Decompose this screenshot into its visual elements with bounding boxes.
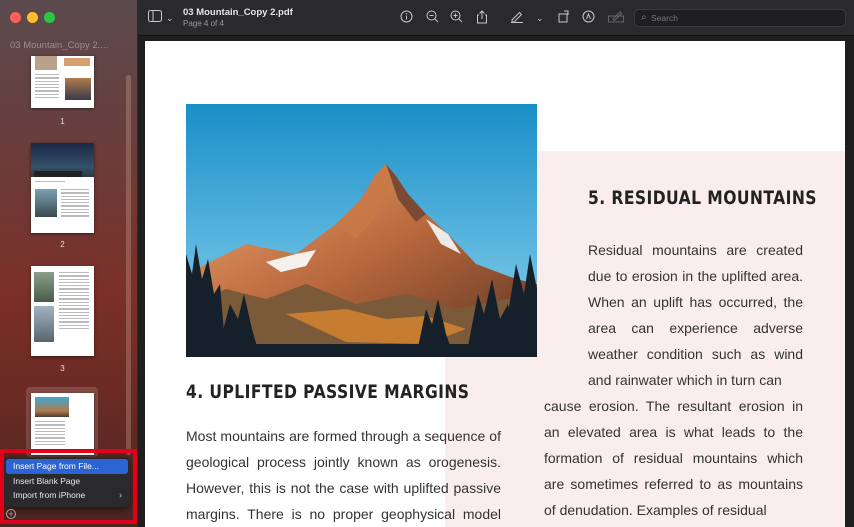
search-icon: ⌕	[641, 12, 647, 23]
minimize-window-button[interactable]	[27, 12, 38, 23]
form-fill-icon[interactable]	[608, 10, 624, 26]
thumbnail-sidebar: 03 Mountain_Copy 2.... 1 2 3 Insert Page…	[0, 0, 138, 527]
sidebar-title: 03 Mountain_Copy 2....	[10, 40, 109, 51]
section-paragraph-uplifted: Most mountains are formed through a sequ…	[186, 428, 501, 522]
sidebar-scrollbar[interactable]	[126, 75, 131, 455]
pdf-page: 4. UPLIFTED PASSIVE MARGINS Most mountai…	[145, 41, 845, 527]
thumbnail-text	[35, 181, 65, 184]
chevron-down-icon[interactable]: ⌄	[166, 11, 174, 25]
chevron-right-icon: ›	[119, 490, 122, 500]
thumbnail-image	[34, 306, 54, 342]
search-input[interactable]	[651, 11, 831, 25]
page-thumbnail-3[interactable]	[31, 266, 94, 356]
rotate-icon[interactable]	[558, 10, 571, 26]
section-paragraph-residual-intro: Residual mountains are created due to er…	[588, 242, 803, 388]
thumbnail-text	[59, 272, 89, 331]
page-thumbnail-4[interactable]	[31, 393, 94, 455]
info-icon[interactable]	[400, 10, 413, 26]
thumbnail-text	[35, 74, 59, 100]
zoom-window-button[interactable]	[44, 12, 55, 23]
menu-item-label: Import from iPhone	[13, 490, 86, 500]
page-thumbnail-2[interactable]	[31, 143, 94, 233]
sidebar-context-menu: Insert Page from File... Insert Blank Pa…	[4, 457, 130, 507]
page-indicator: Page 4 of 4	[183, 19, 224, 28]
sidebar-toggle-icon[interactable]	[148, 10, 162, 25]
menu-item-insert-blank-page[interactable]: Insert Blank Page	[6, 474, 128, 489]
thumbnail-text	[61, 189, 89, 219]
mountain-photo	[186, 104, 537, 357]
chevron-down-icon[interactable]: ⌄	[536, 11, 544, 25]
page-number-2: 2	[60, 240, 65, 249]
menu-item-import-from-iphone[interactable]: Import from iPhone ›	[6, 488, 128, 503]
document-viewer[interactable]: 4. UPLIFTED PASSIVE MARGINS Most mountai…	[138, 36, 854, 527]
page-thumbnail-1[interactable]	[31, 56, 94, 108]
annotate-icon[interactable]	[582, 10, 595, 26]
thumbnail-image	[64, 58, 90, 66]
zoom-out-icon[interactable]	[426, 10, 439, 26]
toolbar: ⌄ 03 Mountain_Copy 2.pdf Page 4 of 4 ⌄ ⌕	[138, 0, 854, 36]
thumbnail-image	[34, 272, 54, 302]
window-controls	[10, 12, 55, 23]
share-icon[interactable]	[476, 10, 488, 27]
search-field[interactable]: ⌕	[634, 9, 846, 27]
thumbnail-image	[35, 397, 69, 417]
section-heading-residual-mountains: 5. RESIDUAL MOUNTAINS	[588, 187, 817, 209]
close-window-button[interactable]	[10, 12, 21, 23]
thumbnail-image	[35, 56, 57, 70]
thumbnail-image	[35, 189, 57, 217]
thumbnail-text	[35, 421, 65, 447]
page-number-3: 3	[60, 364, 65, 373]
document-title: 03 Mountain_Copy 2.pdf	[183, 7, 293, 18]
markup-pen-icon[interactable]	[510, 10, 524, 26]
thumbnail-image	[65, 78, 91, 100]
menu-item-label: Insert Blank Page	[13, 475, 81, 486]
thumbnail-heading	[34, 171, 82, 177]
zoom-in-icon[interactable]	[450, 10, 463, 26]
section-heading-uplifted-passive-margins: 4. UPLIFTED PASSIVE MARGINS	[186, 381, 470, 403]
page-number-1: 1	[60, 117, 65, 126]
menu-item-insert-page-from-file[interactable]: Insert Page from File...	[6, 459, 128, 474]
add-page-icon[interactable]: +	[6, 509, 16, 519]
section-paragraph-residual-rest: cause erosion. The resultant erosion in …	[544, 398, 803, 518]
menu-item-label: Insert Page from File...	[13, 461, 99, 471]
